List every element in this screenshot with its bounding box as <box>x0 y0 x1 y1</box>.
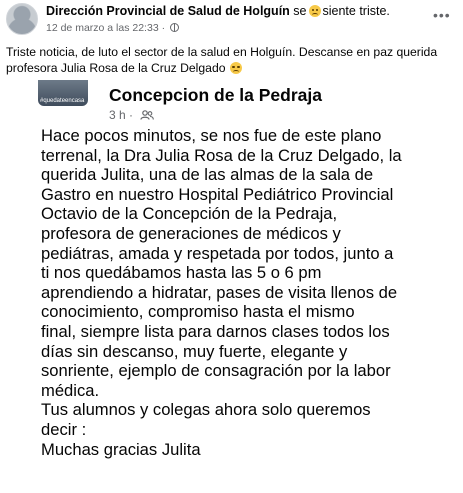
shared-body-line: Muchas gracias Julita <box>41 439 201 459</box>
crying-face-icon <box>229 62 242 74</box>
more-options-icon[interactable]: ••• <box>433 8 450 22</box>
post-text: Triste noticia, de luto el sector de la … <box>6 44 456 76</box>
shared-body-line: sonriente, ejemplo de consagración por l… <box>41 361 391 381</box>
shared-page-avatar: #quedateencasa <box>38 80 88 106</box>
friends-icon <box>140 110 155 120</box>
shared-body-line: Octavio de la Concepción de la Pedraja, <box>41 204 338 224</box>
shared-meta-separator: · <box>129 108 134 122</box>
shared-body-line: Hace pocos minutos, se nos fue de este p… <box>41 126 382 145</box>
shared-post-meta: 3 h · <box>109 108 155 122</box>
page-avatar[interactable] <box>6 3 38 35</box>
separator-dot: · <box>161 22 166 34</box>
page-name-link[interactable]: Dirección Provincial de Salud de Holguín <box>46 4 290 18</box>
shared-body-line: médica. <box>41 380 100 400</box>
shared-page-name: Concepcion de la Pedraja <box>109 85 322 105</box>
shared-post-time: 3 h <box>109 108 126 122</box>
shared-post-body: Hace pocos minutos, se nos fue de este p… <box>41 126 426 459</box>
shared-body-line: terrenal, la Dra Julia Rosa de la Cruz D… <box>41 145 402 165</box>
shared-body-line: conocimiento, compromiso hasta el mismo <box>41 302 355 322</box>
shared-body-line: ti nos quedábamos hasta las 5 o 6 pm <box>41 263 322 283</box>
sad-face-icon <box>308 5 321 17</box>
shared-body-line: profesora de generaciones de médicos y <box>41 223 341 243</box>
post-text-body: Triste noticia, de luto el sector de la … <box>6 45 438 75</box>
shared-body-line: decir : <box>41 419 87 439</box>
shared-body-line: días sin descanso, muy fuerte, elegante … <box>41 341 348 361</box>
shared-avatar-label: #quedateencasa <box>40 98 85 104</box>
shared-body-line: Tus alumnos y colegas ahora solo queremo… <box>41 400 371 420</box>
post-meta: 12 de marzo a las 22:33 · <box>46 22 179 34</box>
post-header-line: Dirección Provincial de Salud de Holguín… <box>46 4 390 19</box>
shared-body-line: pediátras, amada y respetada por todos, … <box>41 243 394 263</box>
feeling-text: siente triste. <box>322 4 390 18</box>
shared-body-line: final, siempre lista para darnos clases … <box>41 321 390 341</box>
shared-post-image[interactable]: #quedateencasa Concepcion de la Pedraja … <box>33 80 426 493</box>
feeling-prefix: se <box>293 4 307 18</box>
shared-body-line: querida Julita, una de las almas de la s… <box>41 165 374 185</box>
post-header: Dirección Provincial de Salud de Holguín… <box>0 0 463 40</box>
globe-icon <box>170 23 179 32</box>
post-timestamp[interactable]: 12 de marzo a las 22:33 <box>46 22 159 34</box>
shared-body-line: aprendiendo a hidratar, pases de visita … <box>41 282 398 302</box>
shared-body-line: Gastro en nuestro Hospital Pediátrico Pr… <box>41 184 394 204</box>
